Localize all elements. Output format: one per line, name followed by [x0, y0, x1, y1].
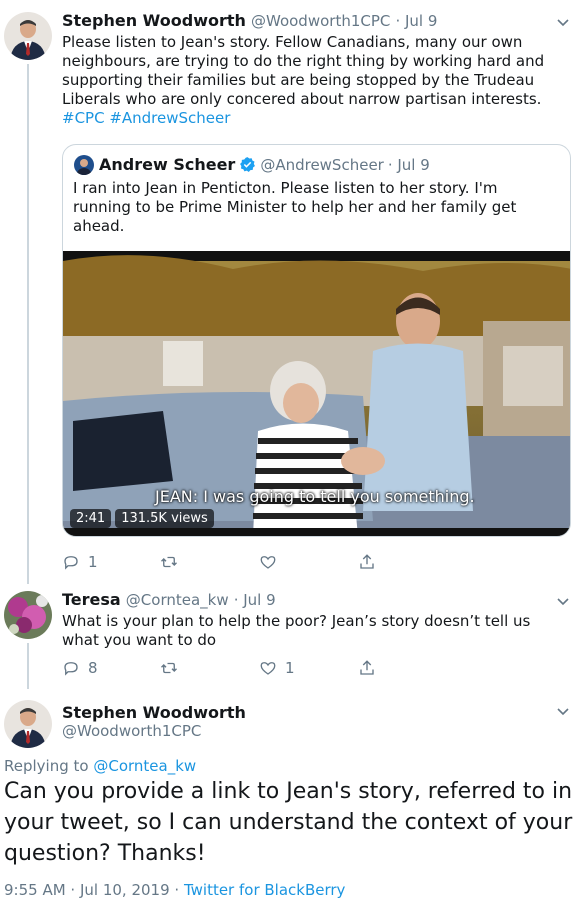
- tweet-timestamp[interactable]: 9:55 AM · Jul 10, 2019 ·: [4, 881, 179, 899]
- tweet2-header: Teresa @Corntea_kw · Jul 9: [62, 590, 276, 609]
- reply-button[interactable]: 1: [62, 553, 98, 571]
- tweet-text: What is your plan to help the poor? Jean…: [62, 612, 531, 649]
- video-caption: JEAN: I was going to tell you something.: [155, 487, 475, 506]
- reply-button[interactable]: 8: [62, 659, 98, 677]
- chevron-down-icon[interactable]: [555, 703, 571, 719]
- reply-count: 1: [88, 553, 98, 571]
- like-count: 1: [285, 659, 295, 677]
- replying-to: Replying to @Corntea_kw: [4, 757, 196, 775]
- tweet1-header: Stephen Woodworth @Woodworth1CPC · Jul 9: [62, 11, 437, 30]
- hashtags[interactable]: #CPC #AndrewScheer: [62, 109, 230, 128]
- video-duration: 2:41: [70, 509, 112, 528]
- avatar[interactable]: [4, 12, 52, 60]
- quote-date: · Jul 9: [387, 155, 430, 174]
- quoted-tweet[interactable]: Andrew Scheer @AndrewScheer · Jul 9 I ra…: [62, 144, 571, 537]
- retweet-icon: [161, 556, 177, 568]
- replying-to-link[interactable]: @Corntea_kw: [93, 757, 196, 775]
- thread-line: [27, 643, 29, 689]
- author-handle[interactable]: @Woodworth1CPC: [251, 12, 390, 30]
- tweet-source[interactable]: Twitter for BlackBerry: [184, 881, 345, 899]
- quote-header: Andrew Scheer @AndrewScheer · Jul 9: [99, 155, 430, 174]
- author-name[interactable]: Stephen Woodworth: [62, 703, 246, 722]
- tweet-text: Please listen to Jean's story. Fellow Ca…: [62, 33, 545, 108]
- like-icon: [260, 662, 276, 675]
- author-name[interactable]: Teresa: [62, 590, 121, 609]
- chevron-down-icon[interactable]: [555, 14, 571, 30]
- retweet-button[interactable]: [160, 553, 178, 571]
- reply-count: 8: [88, 659, 98, 677]
- share-icon: [360, 660, 374, 675]
- replying-prefix: Replying to: [4, 757, 89, 775]
- tweet-date[interactable]: · Jul 9: [395, 12, 437, 30]
- quote-author-name: Andrew Scheer: [99, 155, 236, 174]
- author-handle[interactable]: @Woodworth1CPC: [62, 722, 201, 740]
- verified-icon: [240, 157, 256, 172]
- author-name[interactable]: Stephen Woodworth: [62, 11, 246, 30]
- quote-author-handle: @AndrewScheer: [260, 155, 384, 174]
- tweet-date[interactable]: · Jul 9: [234, 591, 276, 609]
- video-player[interactable]: JEAN: I was going to tell you something.…: [63, 251, 570, 536]
- retweet-button[interactable]: [160, 659, 178, 677]
- chevron-down-icon[interactable]: [555, 593, 571, 609]
- share-icon: [360, 554, 374, 569]
- reply-icon: [64, 662, 78, 676]
- video-views: 131.5K views: [115, 509, 214, 528]
- avatar[interactable]: [4, 591, 52, 639]
- tweet1-actions: 1: [62, 551, 382, 573]
- reply-icon: [64, 556, 78, 570]
- quote-text: I ran into Jean in Penticton. Please lis…: [73, 179, 517, 235]
- tweet-text: Can you provide a link to Jean's story, …: [4, 779, 573, 866]
- share-button[interactable]: [358, 553, 376, 571]
- share-button[interactable]: [358, 659, 376, 677]
- quote-avatar: [74, 155, 94, 175]
- thread-line: [27, 64, 29, 584]
- like-button[interactable]: 1: [259, 659, 295, 677]
- like-icon: [260, 556, 276, 569]
- tweet-meta: 9:55 AM · Jul 10, 2019 · Twitter for Bla…: [4, 881, 345, 899]
- tweet2-actions: 8 1: [62, 657, 382, 679]
- retweet-icon: [161, 662, 177, 674]
- author-handle[interactable]: @Corntea_kw: [126, 591, 229, 609]
- avatar[interactable]: [4, 700, 52, 748]
- like-button[interactable]: [259, 553, 277, 571]
